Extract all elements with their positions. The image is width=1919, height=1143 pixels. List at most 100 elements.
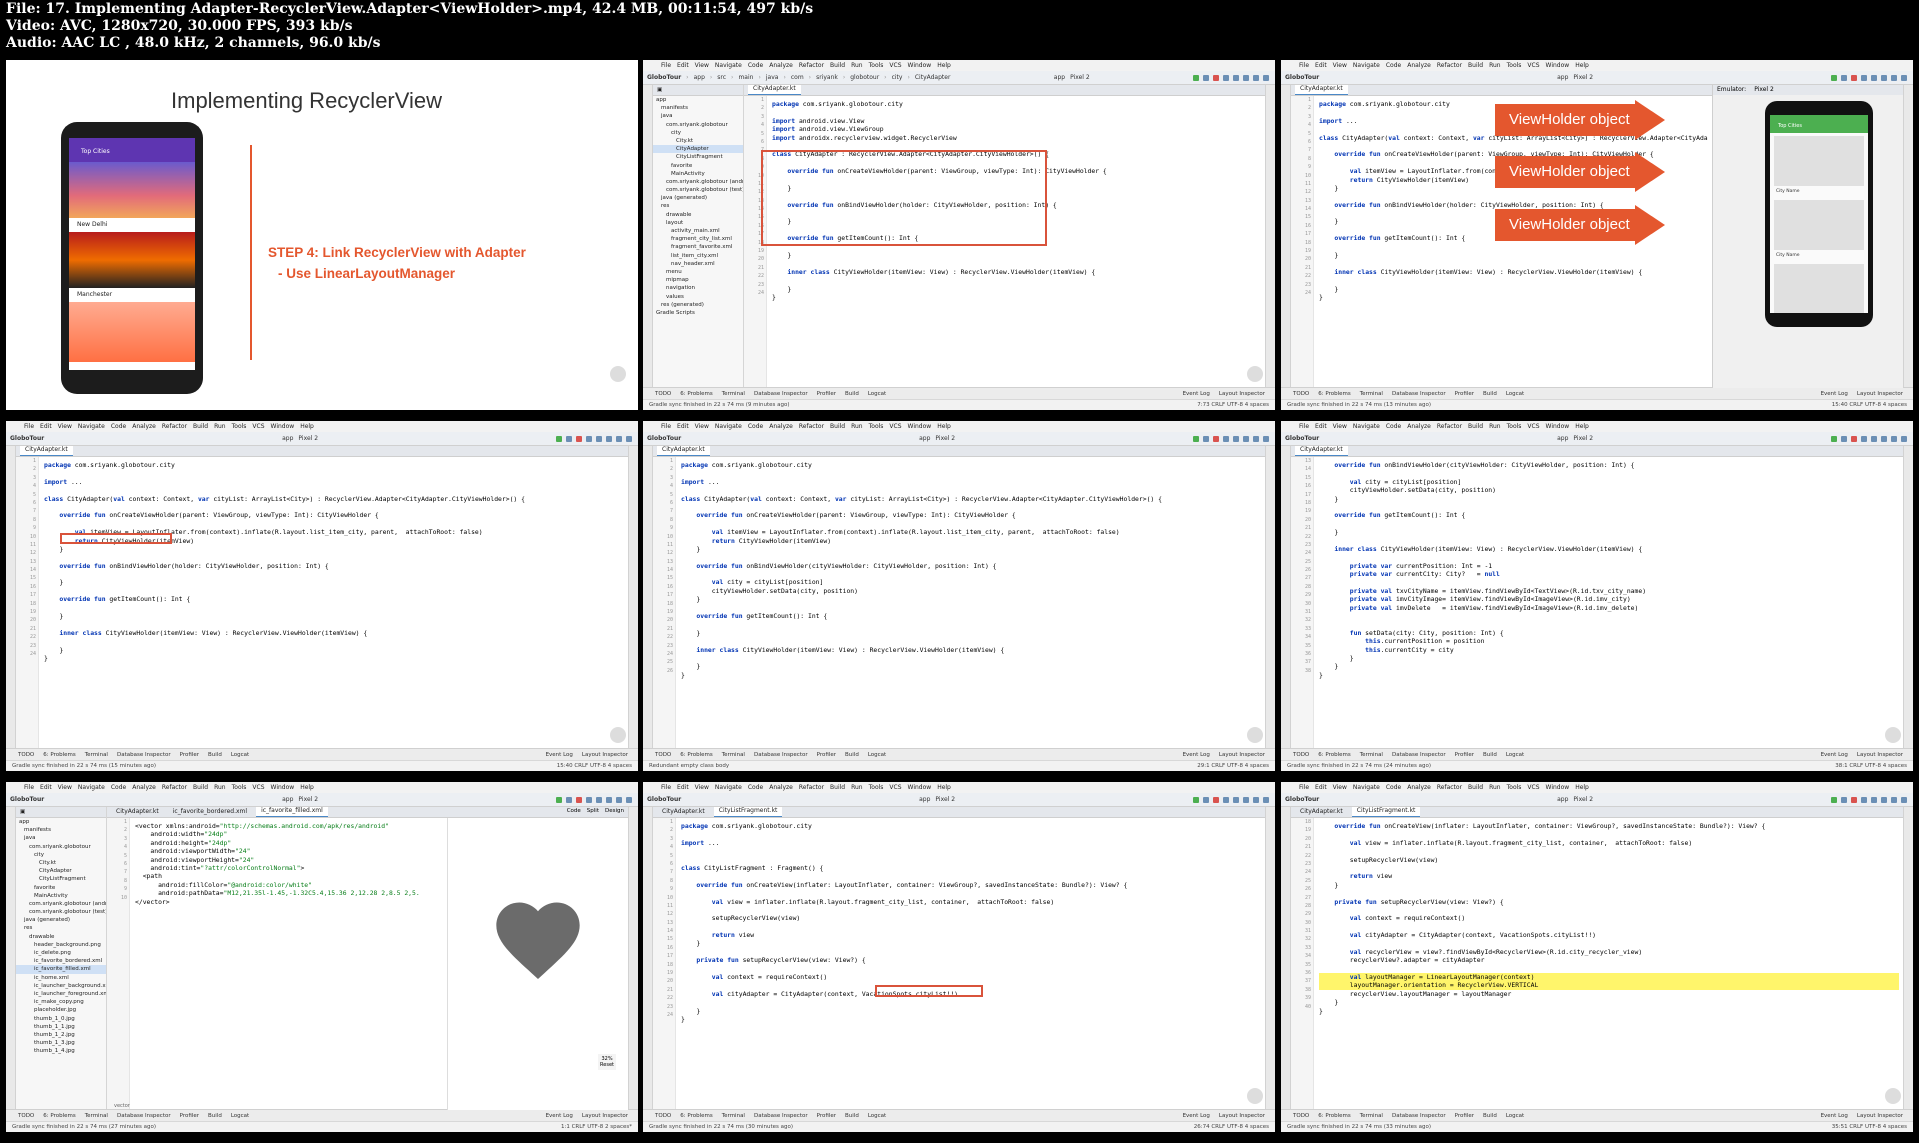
toolbar-action-icon[interactable] [615, 435, 622, 442]
menu-item[interactable]: Analyze [769, 784, 793, 791]
menu-item[interactable]: View [1333, 423, 1347, 430]
layout-inspector-tab[interactable]: Layout Inspector [582, 752, 628, 758]
view-mode-button[interactable]: Design [605, 808, 624, 814]
menu-item[interactable]: Code [111, 423, 126, 430]
project-tree-item[interactable]: com.sriyank.globotour (androidTest) [16, 900, 106, 908]
toolbar-action-icon[interactable] [605, 435, 612, 442]
project-tree-item[interactable]: app [653, 96, 743, 104]
editor-tab[interactable]: CityListFragment.kt [713, 807, 783, 817]
code-editor[interactable]: 1 2 3 4 5 6 7 8 9 10 11 12 13 14 15 16 17 18 19 20 21 22 23 24 p… [16, 457, 628, 749]
menu-item[interactable]: Tools [869, 423, 884, 430]
menu-item[interactable]: Build [1468, 423, 1483, 430]
toolbar-action-icon[interactable] [1213, 74, 1219, 81]
project-name[interactable]: GloboTour [1285, 435, 1319, 442]
menu-item[interactable]: Analyze [769, 62, 793, 69]
toolbar-action-icon[interactable] [1253, 74, 1259, 81]
run-config-select[interactable]: app [1557, 74, 1568, 81]
project-tree-item[interactable]: values [653, 293, 743, 301]
project-tree-item[interactable]: ic_delete.png [16, 949, 106, 957]
menu-item[interactable]: Help [1575, 784, 1589, 791]
project-tree-item[interactable]: CityListFragment [16, 875, 106, 883]
menu-item[interactable]: Edit [677, 423, 689, 430]
menu-item[interactable]: View [695, 62, 709, 69]
project-tree-item[interactable]: city [16, 851, 106, 859]
menu-item[interactable]: Tools [232, 423, 247, 430]
view-mode-button[interactable]: Split [587, 808, 599, 814]
bottom-tool-tab[interactable]: TODO [655, 1113, 671, 1119]
menu-item[interactable]: Navigate [715, 784, 742, 791]
menu-item[interactable]: Edit [40, 784, 52, 791]
breadcrumb-item[interactable]: src [717, 74, 726, 81]
bottom-tool-tab[interactable]: 6: Problems [43, 752, 75, 758]
toolbar-action-icon[interactable] [1860, 74, 1867, 81]
toolbar-action-icon[interactable] [1243, 74, 1249, 81]
project-tree-item[interactable]: City.kt [16, 859, 106, 867]
event-log-tab[interactable]: Event Log [1183, 752, 1210, 758]
menu-item[interactable]: Refactor [799, 423, 824, 430]
toolbar-action-icon[interactable] [1850, 796, 1857, 803]
bottom-tool-tab[interactable]: Database Inspector [117, 1113, 171, 1119]
toolbar-action-icon[interactable] [1830, 796, 1837, 803]
menu-item[interactable]: Help [300, 784, 314, 791]
menu-item[interactable]: Window [908, 423, 932, 430]
menu-item[interactable]: Navigate [78, 784, 105, 791]
project-tree-item[interactable]: ic_favorite_bordered.xml [16, 957, 106, 965]
view-mode-button[interactable]: Code [567, 808, 581, 814]
bottom-tool-tab[interactable]: Terminal [1360, 1113, 1383, 1119]
menu-item[interactable]: Window [271, 784, 295, 791]
toolbar-action-icon[interactable] [1252, 796, 1259, 803]
layout-inspector-tab[interactable]: Layout Inspector [1857, 752, 1903, 758]
event-log-tab[interactable]: Event Log [1183, 391, 1210, 397]
toolbar-action-icon[interactable] [585, 435, 592, 442]
bottom-tool-tab[interactable]: Profiler [180, 752, 199, 758]
project-tree-item[interactable]: activity_main.xml [653, 227, 743, 235]
menu-item[interactable]: File [24, 423, 34, 430]
project-tree-item[interactable]: app [16, 818, 106, 826]
menu-item[interactable]: Code [748, 784, 763, 791]
run-config-select[interactable]: app [1557, 435, 1568, 442]
menu-item[interactable]: Window [1546, 784, 1570, 791]
toolbar-action-icon[interactable] [595, 435, 602, 442]
breadcrumb-item[interactable]: city [892, 74, 903, 81]
project-tree-item[interactable]: nav_header.xml [653, 260, 743, 268]
menu-item[interactable]: Window [1546, 62, 1570, 69]
project-tree-item[interactable]: thumb_1_3.jpg [16, 1039, 106, 1047]
layout-inspector-tab[interactable]: Layout Inspector [582, 1113, 628, 1119]
menu-item[interactable]: Tools [232, 784, 247, 791]
toolbar-action-icon[interactable] [1242, 796, 1249, 803]
toolbar-action-icon[interactable] [1900, 74, 1907, 81]
bottom-tool-tab[interactable]: Logcat [868, 1113, 886, 1119]
menu-item[interactable]: Run [1489, 62, 1501, 69]
code-editor[interactable]: 1 2 3 4 5 6 7 8 9 10 <vector xmlns:android="http:/… [107, 818, 458, 1110]
project-tree-item[interactable]: thumb_1_0.jpg [16, 1015, 106, 1023]
toolbar-action-icon[interactable] [615, 796, 622, 803]
menu-item[interactable]: Run [1489, 784, 1501, 791]
code-editor[interactable]: 13 14 15 16 17 18 19 20 21 22 23 24 25 26 27 28 29 30 31 32… [1291, 457, 1903, 749]
run-config-select[interactable]: app [919, 435, 930, 442]
menu-item[interactable]: Tools [1507, 62, 1522, 69]
menu-item[interactable]: Window [271, 423, 295, 430]
bottom-tool-tab[interactable]: TODO [1293, 752, 1309, 758]
bottom-tool-tab[interactable]: Logcat [231, 1113, 249, 1119]
menu-item[interactable]: VCS [252, 423, 264, 430]
editor-tab[interactable]: CityAdapter.kt [657, 446, 710, 456]
menu-item[interactable]: Build [1468, 62, 1483, 69]
toolbar-action-icon[interactable] [625, 796, 632, 803]
device-select[interactable]: Pixel 2 [1573, 74, 1593, 81]
bottom-tool-tab[interactable]: Build [1483, 1113, 1497, 1119]
project-tree-item[interactable]: manifests [16, 826, 106, 834]
menu-item[interactable]: Window [1546, 423, 1570, 430]
bottom-tool-tab[interactable]: Build [1483, 752, 1497, 758]
bottom-tool-tab[interactable]: Build [208, 752, 222, 758]
toolbar-action-icon[interactable] [1202, 796, 1209, 803]
project-tree-item[interactable]: drawable [653, 211, 743, 219]
bottom-tool-tab[interactable]: Database Inspector [754, 752, 808, 758]
menu-item[interactable]: Navigate [1353, 62, 1380, 69]
bottom-tool-tab[interactable]: Database Inspector [1392, 391, 1446, 397]
bottom-tool-tab[interactable]: Database Inspector [117, 752, 171, 758]
project-tree-item[interactable]: thumb_1_1.jpg [16, 1023, 106, 1031]
layout-inspector-tab[interactable]: Layout Inspector [1219, 1113, 1265, 1119]
bottom-tool-tab[interactable]: Build [845, 752, 859, 758]
project-tree-item[interactable]: com.sriyank.globotour (test) [16, 908, 106, 916]
menu-item[interactable]: Edit [1315, 784, 1327, 791]
